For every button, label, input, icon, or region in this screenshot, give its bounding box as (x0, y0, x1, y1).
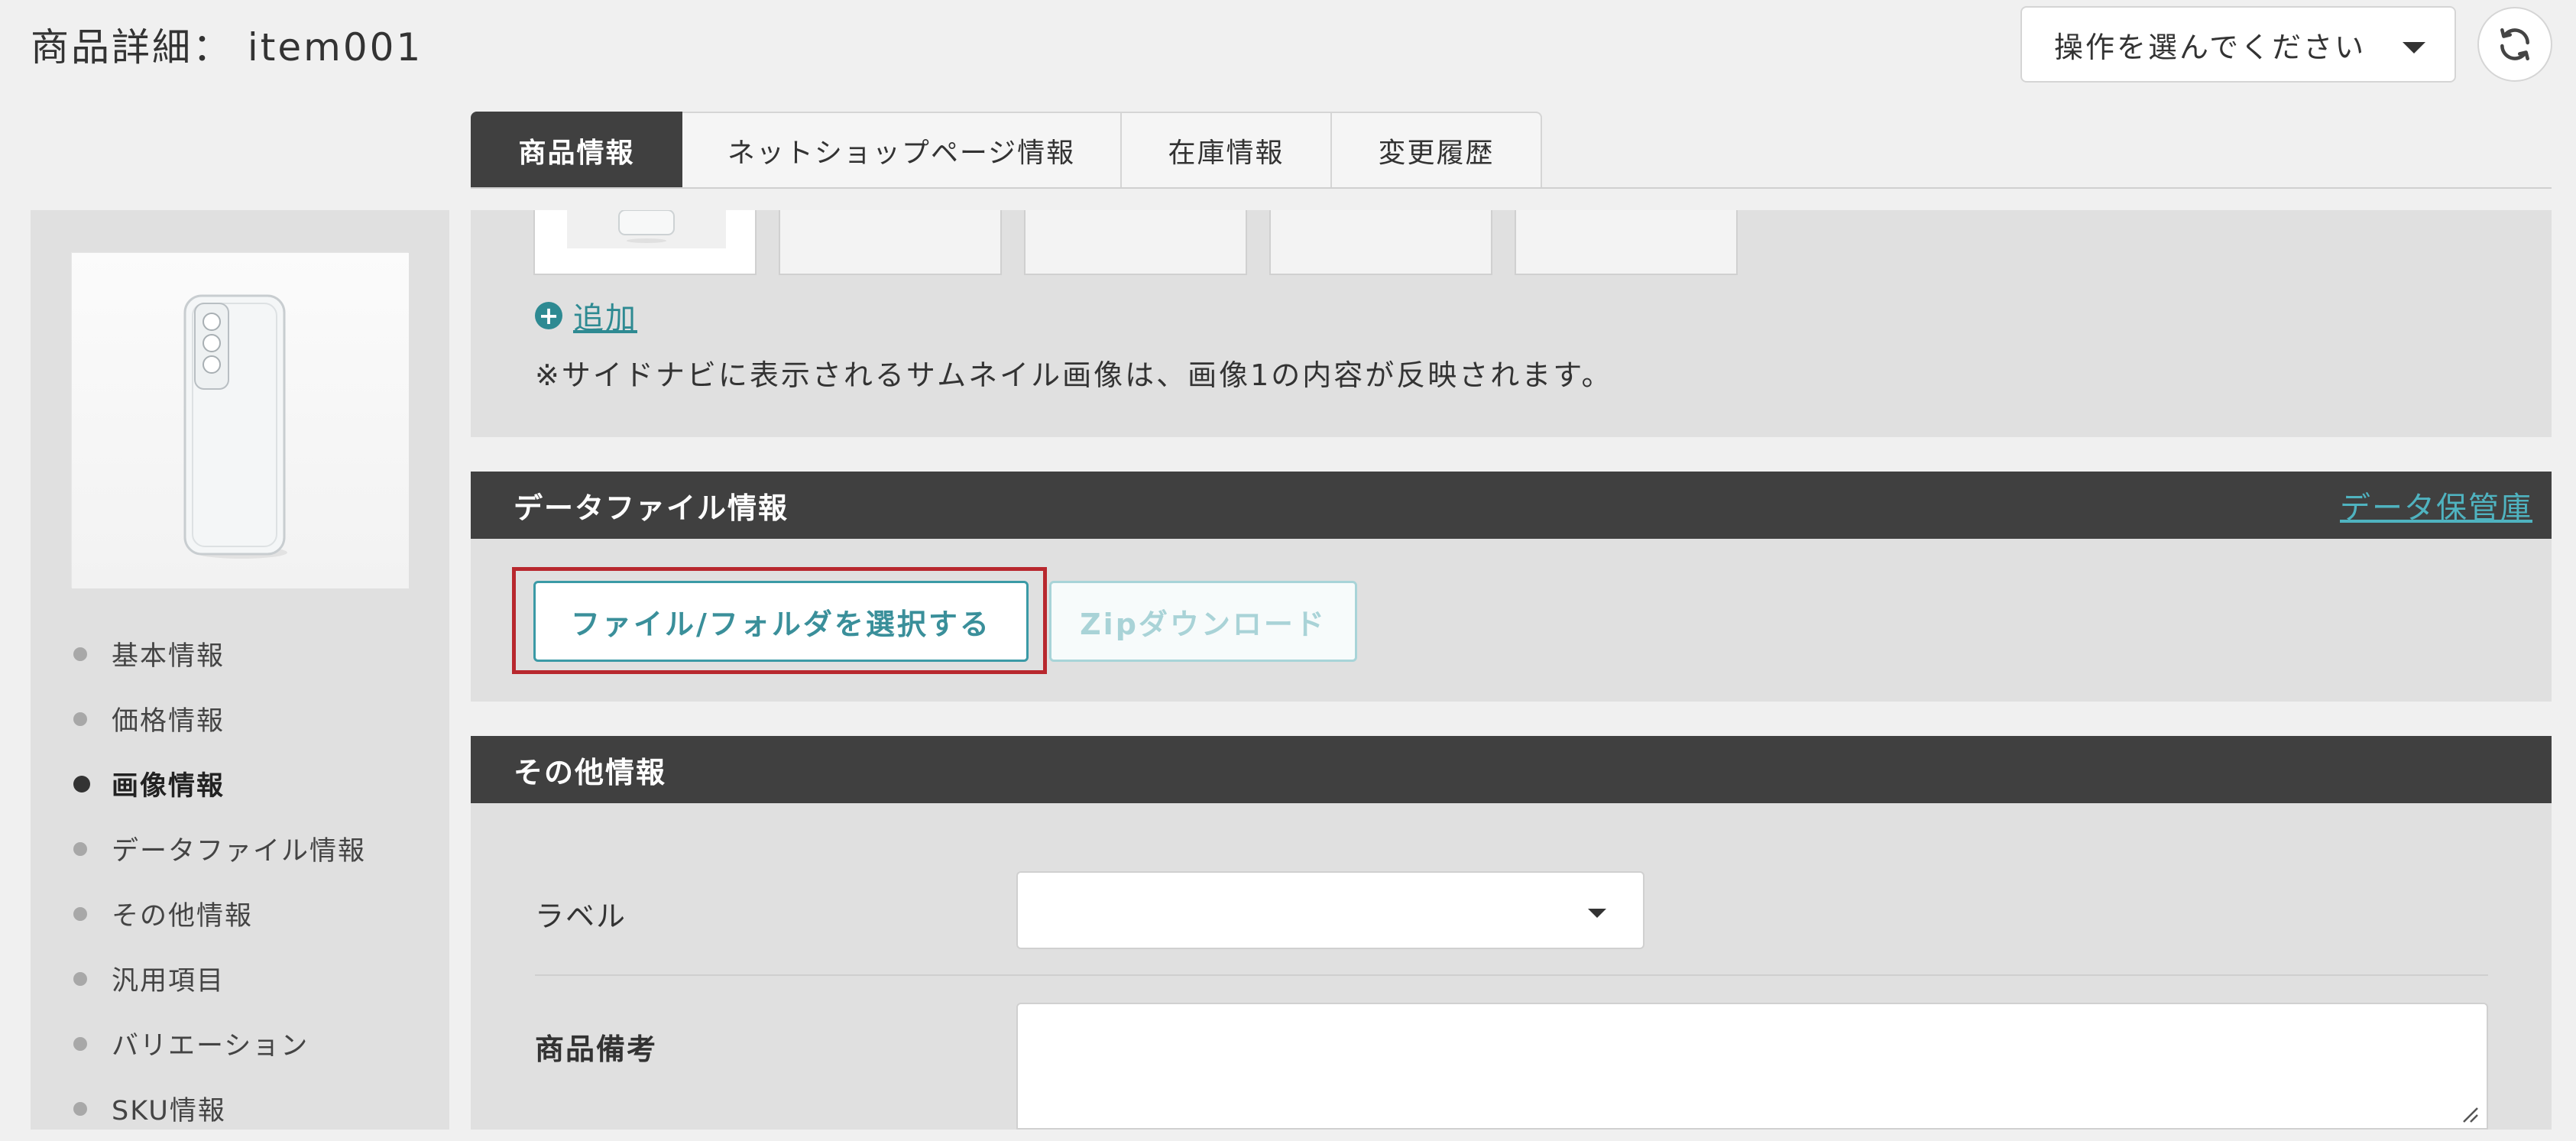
bullet-icon (73, 1101, 87, 1116)
operation-select-value: 操作を選んでください (2054, 30, 2367, 64)
image-thumbnail-icon (567, 209, 726, 248)
sidebar-item-label: 汎用項目 (112, 966, 225, 997)
sidebar-item-image-info[interactable]: 画像情報 (73, 751, 366, 816)
chevron-down-icon (2403, 42, 2425, 53)
bullet-icon (73, 1036, 87, 1051)
resize-handle-icon[interactable] (2461, 1105, 2479, 1123)
bullet-icon (73, 775, 90, 793)
chevron-down-icon (1588, 909, 1606, 918)
sidebar-item-label: バリエーション (112, 1031, 309, 1062)
bullet-icon (73, 971, 87, 986)
memo-field-label: 商品備考 (535, 1032, 658, 1066)
sidebar-item-data-file-info[interactable]: データファイル情報 (73, 816, 366, 881)
tab-stock-info[interactable]: 在庫情報 (1122, 112, 1332, 188)
sidebar-item-label: その他情報 (112, 901, 254, 932)
page-title: 商品詳細： item001 (31, 25, 423, 70)
sidebar-item-variations[interactable]: バリエーション (73, 1011, 366, 1076)
image-slot-3[interactable] (1024, 210, 1247, 275)
thumbnail-note: ※サイドナビに表示されるサムネイル画像は、画像1の内容が反映されます。 (535, 358, 1613, 392)
refresh-icon (2500, 28, 2529, 61)
tab-product-info[interactable]: 商品情報 (471, 112, 682, 188)
tab-bar: 商品情報 ネットショップページ情報 在庫情報 変更履歴 (471, 112, 1542, 188)
other-info-section-title: その他情報 (514, 755, 667, 789)
sidebar-nav: 基本情報 価格情報 画像情報 データファイル情報 その他情報 汎用項目 バリエー… (73, 621, 366, 1141)
sidebar-item-label: 価格情報 (112, 706, 225, 737)
sidebar-item-label: SKU情報 (112, 1096, 226, 1126)
sidebar-item-other-info[interactable]: その他情報 (73, 881, 366, 946)
bullet-icon (73, 841, 87, 856)
zip-download-button[interactable]: Zipダウンロード (1049, 581, 1357, 662)
add-image-label: 追加 (573, 301, 637, 336)
image-slot-5[interactable] (1515, 210, 1738, 275)
plus-circle-icon: + (535, 302, 562, 329)
image-slot-2[interactable] (779, 210, 1002, 275)
other-info-section-header: その他情報 (471, 736, 2552, 803)
bullet-icon (73, 647, 87, 661)
select-file-folder-button[interactable]: ファイル/フォルダを選択する (533, 581, 1029, 662)
sidebar-item-sku-info[interactable]: SKU情報 (73, 1076, 366, 1141)
sidebar-item-label: 基本情報 (112, 641, 225, 672)
product-memo-textarea[interactable] (1016, 1003, 2488, 1130)
bullet-icon (73, 906, 87, 921)
product-thumbnail (71, 252, 409, 588)
sidebar-item-label: 画像情報 (112, 771, 225, 802)
phone-case-icon (72, 253, 409, 588)
tab-divider (471, 187, 2552, 189)
sidebar-item-basic-info[interactable]: 基本情報 (73, 621, 366, 686)
data-file-section-header: データファイル情報 (471, 472, 2552, 539)
sidebar-item-label: データファイル情報 (112, 836, 367, 867)
data-file-section-title: データファイル情報 (514, 491, 789, 525)
tab-change-history[interactable]: 変更履歴 (1332, 112, 1542, 188)
label-select[interactable] (1016, 871, 1644, 949)
sidebar-item-general-fields[interactable]: 汎用項目 (73, 946, 366, 1011)
sidebar-item-price-info[interactable]: 価格情報 (73, 686, 366, 751)
add-image-link[interactable]: + 追加 (535, 293, 637, 338)
operation-select[interactable]: 操作を選んでください (2020, 6, 2456, 83)
tab-netshop-page-info[interactable]: ネットショップページ情報 (682, 112, 1122, 188)
image-slot-1[interactable] (533, 209, 757, 275)
data-vault-link[interactable]: データ保管庫 (2340, 483, 2532, 527)
bullet-icon (73, 712, 87, 726)
label-field-label: ラベル (535, 900, 627, 933)
form-divider (535, 974, 2488, 976)
refresh-button[interactable] (2477, 7, 2552, 82)
image-slot-4[interactable] (1269, 210, 1492, 275)
